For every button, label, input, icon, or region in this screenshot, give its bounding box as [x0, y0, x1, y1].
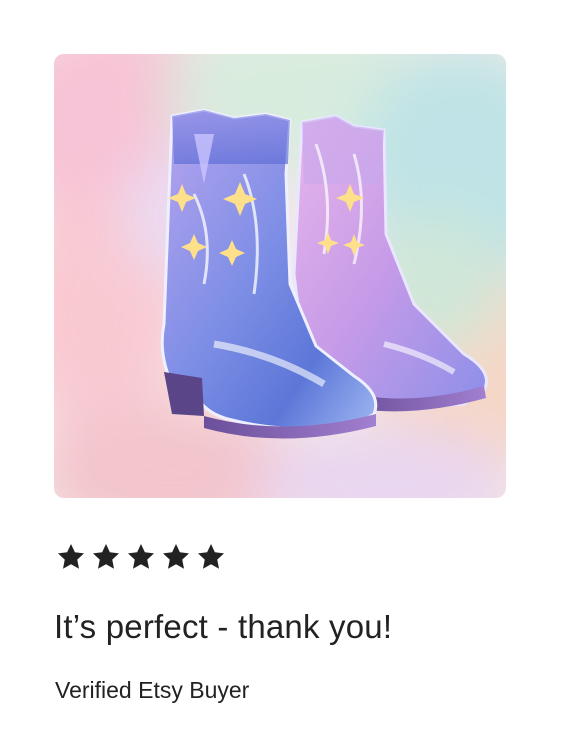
star-icon: [163, 544, 189, 569]
reviewer-name: Verified Etsy Buyer: [55, 677, 250, 703]
review-text: It’s perfect - thank you!: [54, 608, 393, 645]
review-card: It’s perfect - thank you! Verified Etsy …: [0, 0, 570, 742]
star-icon: [128, 544, 154, 569]
star-icon: [93, 544, 119, 569]
boots-illustration: [54, 54, 506, 498]
star-rating: [56, 542, 226, 572]
product-image[interactable]: [54, 54, 506, 498]
star-icon: [198, 544, 224, 569]
star-icon: [58, 544, 84, 569]
